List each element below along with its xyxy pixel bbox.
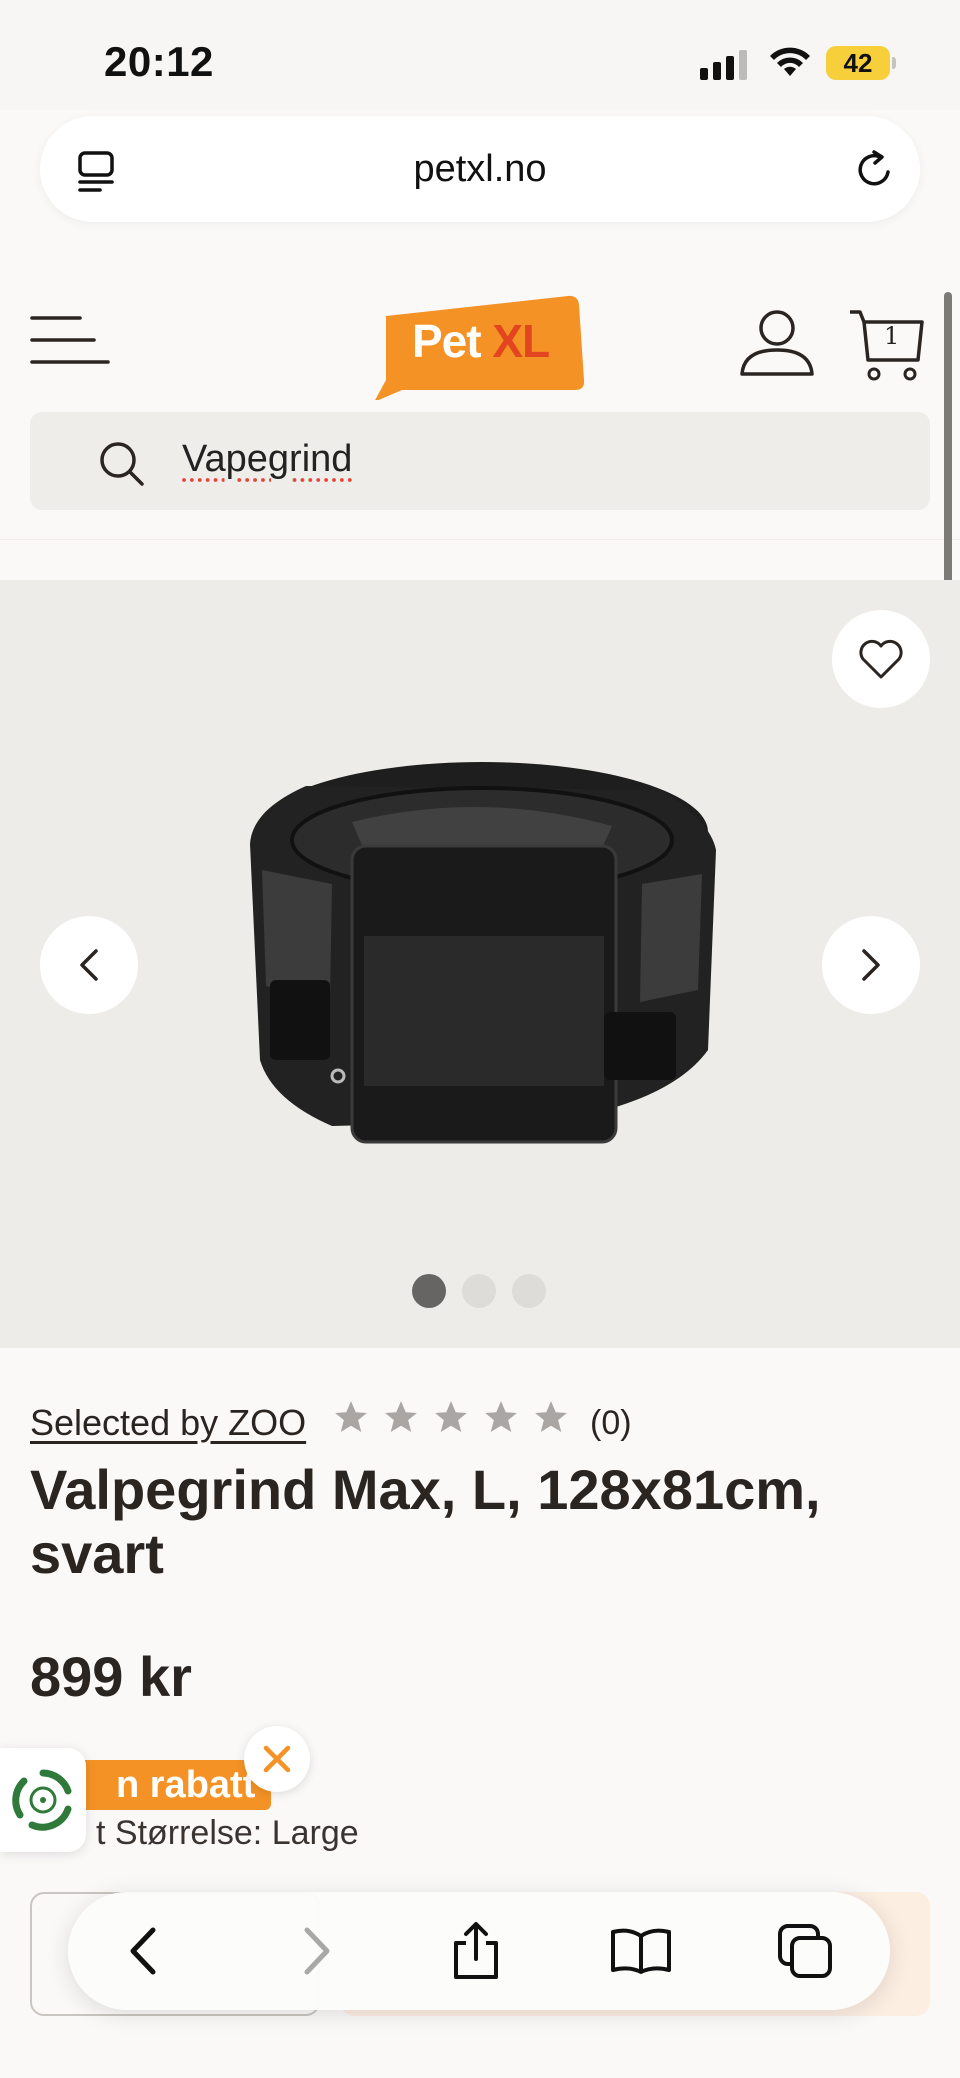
favorite-button[interactable] [832, 610, 930, 708]
chevron-left-icon [130, 1927, 156, 1975]
discount-badge: n rabatt [60, 1760, 272, 1810]
logo-text-xl: XL [492, 315, 550, 367]
recycle-widget[interactable] [0, 1748, 86, 1852]
share-icon [454, 1922, 498, 1979]
chevron-right-icon [862, 949, 880, 981]
product-gallery[interactable] [0, 580, 960, 1348]
petxl-logo[interactable]: Pet XL [372, 290, 588, 400]
url-bar[interactable]: petxl.no [40, 116, 920, 222]
star-icon [335, 1401, 367, 1433]
heart-icon [859, 639, 903, 679]
logo-text: Pet XL [412, 314, 550, 368]
site-header: Pet XL 1 Vapegrind [0, 272, 960, 540]
star-icon [485, 1401, 517, 1433]
search-input[interactable]: Vapegrind [182, 438, 352, 481]
url-text[interactable]: petxl.no [40, 148, 920, 191]
product-price: 899 kr [30, 1645, 192, 1708]
battery-indicator: 42 [826, 46, 890, 80]
cart-count: 1 [884, 322, 900, 350]
chevron-left-icon [80, 949, 98, 981]
product-title: Valpegrind Max, L, 128x81cm, svart [30, 1458, 821, 1585]
logo-text-pet: Pet [412, 315, 482, 367]
tabs-icon [778, 1924, 832, 1978]
browser-toolbar [68, 1892, 890, 2010]
share-button[interactable] [441, 1918, 511, 1984]
pagination-dot-1[interactable] [412, 1274, 446, 1308]
recycle-icon [12, 1769, 72, 1831]
hamburger-menu-icon[interactable] [30, 312, 110, 368]
brand-rating-row: Selected by ZOO (0) [30, 1398, 930, 1448]
pagination-dot-3[interactable] [512, 1274, 546, 1308]
browser-back-button[interactable] [110, 1918, 180, 1984]
previous-image-button[interactable] [40, 916, 138, 1014]
brand-link[interactable]: Selected by ZOO [30, 1402, 306, 1444]
browser-forward-button[interactable] [280, 1918, 350, 1984]
user-icon[interactable] [738, 308, 816, 380]
tabs-button[interactable] [770, 1918, 840, 1984]
rating-stars[interactable] [332, 1398, 570, 1436]
next-image-button[interactable] [822, 916, 920, 1014]
wifi-icon [770, 47, 810, 76]
scrollbar[interactable] [944, 292, 952, 618]
book-icon [611, 1928, 671, 1974]
search-icon [100, 442, 144, 486]
signal-icon [700, 50, 747, 80]
battery-tip [892, 57, 896, 69]
bookmarks-button[interactable] [606, 1918, 676, 1984]
reload-icon[interactable] [852, 148, 896, 192]
close-icon [263, 1745, 291, 1773]
close-widget-button[interactable] [244, 1726, 310, 1792]
product-image [250, 762, 716, 1144]
star-icon [435, 1401, 467, 1433]
status-time: 20:12 [104, 38, 214, 85]
star-icon [535, 1401, 567, 1433]
chevron-right-icon [304, 1927, 330, 1975]
search-box[interactable]: Vapegrind [30, 412, 930, 510]
gallery-pagination [412, 1274, 546, 1308]
pagination-dot-2[interactable] [462, 1274, 496, 1308]
star-icon [385, 1401, 417, 1433]
review-count[interactable]: (0) [590, 1404, 632, 1443]
size-label: t Størrelse: Large [96, 1814, 359, 1852]
status-bar: 20:12 42 [0, 0, 960, 110]
